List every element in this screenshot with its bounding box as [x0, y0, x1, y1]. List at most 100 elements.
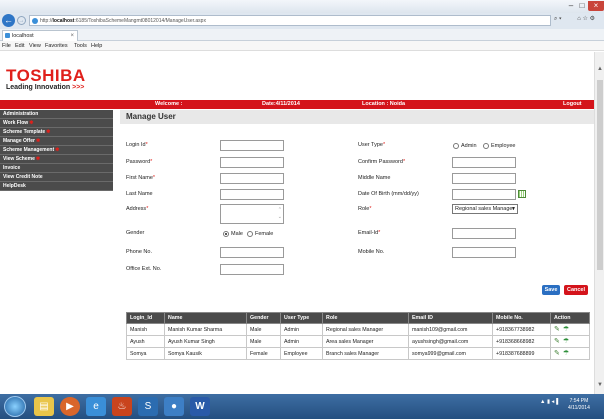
- url-host: localhost: [52, 18, 75, 24]
- sidebar-item-invoice[interactable]: Invoice: [0, 164, 113, 173]
- page-title: Manage User: [120, 110, 594, 124]
- sidebar-item-administration[interactable]: Administration: [0, 110, 113, 119]
- email-label: Email-Id*: [358, 230, 380, 236]
- tab-close-icon[interactable]: ×: [70, 31, 74, 41]
- back-icon[interactable]: ←: [2, 14, 15, 27]
- delete-icon[interactable]: ☂: [563, 350, 569, 358]
- textarea-scroll-arrows-icon[interactable]: ⌃ ⌄: [278, 207, 282, 221]
- confirm-password-label: Confirm Password*: [358, 159, 405, 165]
- sidebar-item-view-credit-note[interactable]: View Credit Note: [0, 173, 113, 182]
- star-icon: ✱: [55, 147, 60, 153]
- cell-role: Branch sales Manager: [322, 347, 409, 360]
- search-icon[interactable]: ⌕ ▾: [554, 16, 562, 22]
- tab-localhost[interactable]: localhost ×: [2, 30, 78, 41]
- star-icon: ✱: [35, 138, 41, 144]
- forward-icon[interactable]: →: [17, 16, 26, 25]
- system-tray-icons[interactable]: ▲ ▮ ◂▐: [540, 399, 558, 405]
- media-player-icon[interactable]: ▶: [60, 397, 80, 416]
- scroll-up-icon[interactable]: ▲: [597, 66, 603, 72]
- address-textarea[interactable]: ⌃ ⌄: [220, 204, 284, 224]
- word-icon[interactable]: W: [190, 397, 210, 416]
- password-label: Password*: [126, 159, 152, 165]
- mobile-field[interactable]: [452, 247, 516, 258]
- cell-user-type: Admin: [280, 323, 323, 336]
- internet-explorer-icon[interactable]: e: [86, 397, 106, 416]
- sidebar-item-label: Work Flow: [3, 120, 29, 126]
- female-label: Female: [255, 231, 274, 237]
- taskbar: ▤ ▶ e ♨ S ● W ▲ ▮ ◂▐ 7:54 PM 4/11/2014: [0, 394, 604, 419]
- sidebar-item-label: Scheme Management: [3, 147, 55, 153]
- menu-tools[interactable]: Tools: [74, 42, 87, 50]
- edit-icon[interactable]: ✎: [554, 326, 560, 334]
- middle-name-field[interactable]: [452, 173, 516, 184]
- user-type-admin-radio[interactable]: [453, 143, 459, 149]
- dob-field[interactable]: [452, 189, 516, 200]
- file-explorer-icon[interactable]: ▤: [34, 397, 54, 416]
- col-login-id[interactable]: Login_Id: [126, 312, 165, 324]
- sidebar-item-manage-offer[interactable]: Manage Offer✱: [0, 137, 113, 146]
- cell-gender: Male: [246, 323, 281, 336]
- last-name-field[interactable]: [220, 189, 284, 200]
- address-bar[interactable]: http://localhost:6185/ToshibaSchemeMangm…: [29, 15, 551, 26]
- sidebar-item-label: Administration: [3, 111, 39, 117]
- sidebar-item-work-flow[interactable]: Work Flow✱: [0, 119, 113, 128]
- sidebar-item-helpdesk[interactable]: HelpDesk: [0, 182, 113, 191]
- chevron-down-icon: ▼: [511, 206, 516, 212]
- login-id-label: Login Id*: [126, 142, 148, 148]
- sidebar-item-label: Manage Offer: [3, 138, 35, 144]
- home-star-gear-icons[interactable]: ⌂ ☆ ⚙: [577, 16, 595, 22]
- email-field[interactable]: [452, 228, 516, 239]
- role-select[interactable]: Regional sales Manager ▼: [452, 204, 518, 214]
- save-button[interactable]: Save: [542, 285, 560, 295]
- java-icon[interactable]: ♨: [112, 397, 132, 416]
- col-email[interactable]: Email ID: [408, 312, 493, 324]
- office-ext-field[interactable]: [220, 264, 284, 275]
- user-type-employee-radio[interactable]: [483, 143, 489, 149]
- remote-desktop-icon[interactable]: S: [138, 397, 158, 416]
- gender-female-radio[interactable]: [247, 231, 253, 237]
- col-user-type[interactable]: User Type: [280, 312, 323, 324]
- gender-male-radio[interactable]: [223, 231, 229, 237]
- welcome-text: Welcome :: [155, 101, 183, 107]
- login-id-field[interactable]: [220, 140, 284, 151]
- col-role[interactable]: Role: [322, 312, 409, 324]
- delete-icon[interactable]: ☂: [563, 326, 569, 334]
- calendar-icon[interactable]: [518, 190, 526, 198]
- sidebar-item-view-scheme[interactable]: View Scheme✱: [0, 155, 113, 164]
- sidebar-item-scheme-template[interactable]: Scheme Template✱: [0, 128, 113, 137]
- menu-view[interactable]: View: [29, 42, 41, 50]
- col-name[interactable]: Name: [164, 312, 247, 324]
- edit-icon[interactable]: ✎: [554, 338, 560, 346]
- tagline: Leading Innovation >>>: [6, 84, 84, 91]
- first-name-field[interactable]: [220, 173, 284, 184]
- menu-edit[interactable]: Edit: [15, 42, 24, 50]
- scroll-down-icon[interactable]: ▼: [597, 382, 603, 388]
- password-field[interactable]: [220, 157, 284, 168]
- cell-name: Manish Kumar Sharma: [164, 323, 247, 336]
- edit-icon[interactable]: ✎: [554, 350, 560, 358]
- label-text: First Name: [126, 175, 153, 181]
- menu-file[interactable]: File: [2, 42, 11, 50]
- confirm-password-field[interactable]: [452, 157, 516, 168]
- menu-favorites[interactable]: Favorites: [45, 42, 68, 50]
- scroll-thumb[interactable]: [597, 80, 603, 270]
- delete-icon[interactable]: ☂: [563, 338, 569, 346]
- logout-link[interactable]: Logout: [563, 100, 582, 109]
- sidebar-item-scheme-management[interactable]: Scheme Management✱: [0, 146, 113, 155]
- url-prefix: http://: [40, 18, 53, 24]
- sql-server-icon[interactable]: ●: [164, 397, 184, 416]
- vertical-scrollbar[interactable]: ▲ ▼: [594, 52, 604, 394]
- start-button-icon[interactable]: [4, 396, 26, 417]
- col-mobile[interactable]: Mobile No.: [492, 312, 551, 324]
- menu-help[interactable]: Help: [91, 42, 102, 50]
- label-text: Password: [126, 159, 151, 165]
- close-window-icon[interactable]: ×: [588, 1, 604, 11]
- window-titlebar: – □ ×: [0, 0, 604, 13]
- col-gender[interactable]: Gender: [246, 312, 281, 324]
- cancel-button[interactable]: Cancel: [564, 285, 588, 295]
- phone-field[interactable]: [220, 247, 284, 258]
- maximize-icon[interactable]: □: [577, 1, 587, 11]
- taskbar-clock[interactable]: 7:54 PM 4/11/2014: [568, 398, 590, 412]
- minimize-icon[interactable]: –: [566, 1, 576, 11]
- tab-row: localhost ×: [0, 29, 604, 41]
